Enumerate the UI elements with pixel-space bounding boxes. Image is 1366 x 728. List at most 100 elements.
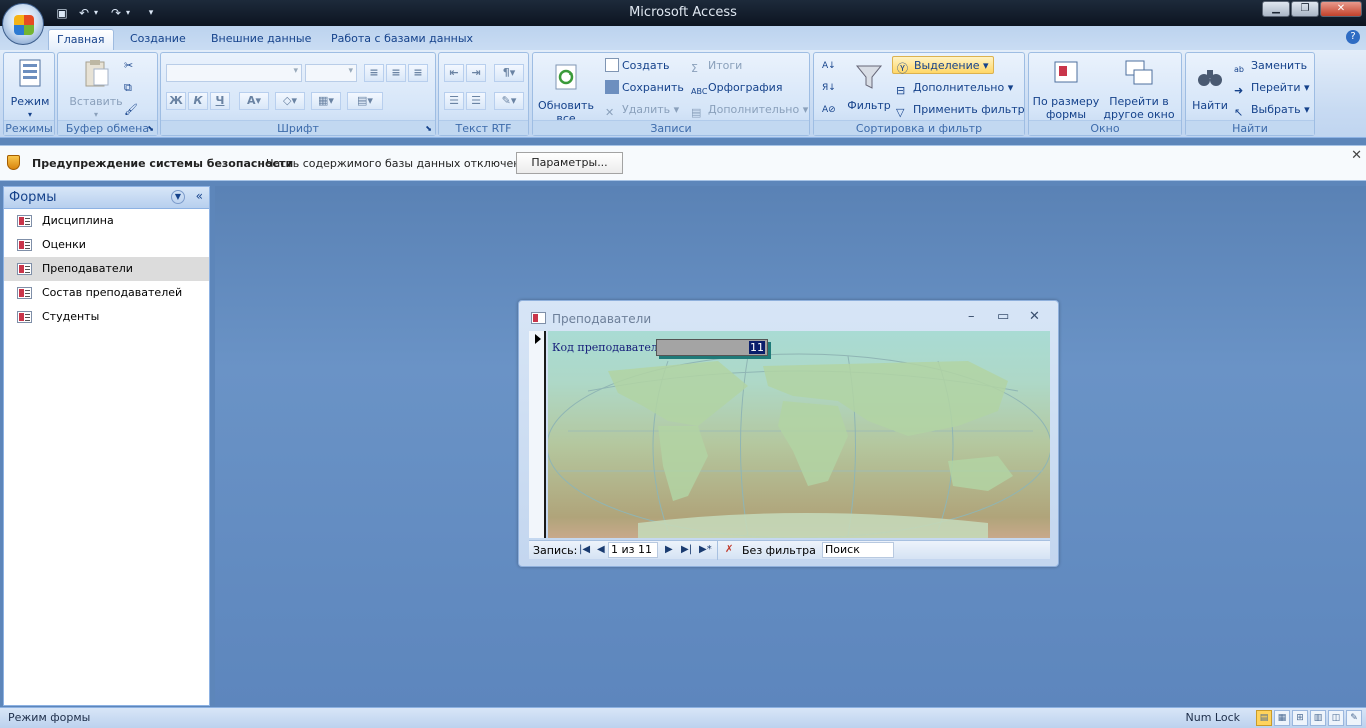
nav-item-students[interactable]: Студенты	[4, 305, 209, 329]
fit-to-form-button[interactable]: По размеру формы	[1031, 57, 1101, 121]
decrease-indent-icon[interactable]: ⇤	[444, 64, 464, 82]
dialog-launcher-icon[interactable]: ⬊	[147, 124, 154, 133]
underline-button[interactable]: Ч	[210, 92, 230, 110]
goto-button[interactable]: ➜ Перейти ▾	[1234, 79, 1310, 97]
bold-button[interactable]: Ж	[166, 92, 186, 110]
dialog-launcher-icon[interactable]: ⬊	[425, 124, 432, 133]
close-button[interactable]: ✕	[1320, 1, 1362, 17]
alternate-fill-icon[interactable]: ▤▾	[347, 92, 383, 110]
chevron-down-icon[interactable]: ▼	[171, 190, 185, 204]
help-icon[interactable]: ?	[1346, 30, 1360, 44]
nav-item-discipline[interactable]: Дисциплина	[4, 209, 209, 233]
group-label-font: Шрифт	[161, 120, 435, 135]
font-size-select[interactable]	[305, 64, 357, 82]
tab-create[interactable]: Создание	[122, 29, 194, 50]
minimize-button[interactable]: ▁	[1262, 1, 1290, 17]
align-right-icon[interactable]: ≡	[408, 64, 428, 82]
font-name-select[interactable]	[166, 64, 302, 82]
restore-button[interactable]: ❐	[1291, 1, 1319, 17]
increase-indent-icon[interactable]: ⇥	[466, 64, 486, 82]
tab-home[interactable]: Главная	[48, 29, 114, 50]
clear-sort-icon[interactable]: А⊘	[822, 101, 836, 119]
highlight-icon[interactable]: ✎▾	[494, 92, 524, 110]
next-record-icon[interactable]: ▶	[665, 544, 673, 555]
select-button[interactable]: ↖ Выбрать ▾	[1234, 101, 1310, 119]
switch-window-button[interactable]: Перейти в другое окно	[1101, 57, 1177, 121]
cut-icon[interactable]: ✂	[124, 57, 133, 75]
current-record-input[interactable]: 1 из 11	[608, 542, 658, 558]
nav-item-grades[interactable]: Оценки	[4, 233, 209, 257]
gridlines-icon[interactable]: ▦▾	[311, 92, 341, 110]
replace-button[interactable]: ab Заменить	[1234, 57, 1307, 75]
datasheet-view-icon[interactable]: ▦	[1274, 710, 1290, 726]
nav-item-teachers[interactable]: Преподаватели	[4, 257, 209, 281]
no-filter-icon[interactable]: ✗	[725, 544, 733, 555]
fill-color-icon[interactable]: ◇▾	[275, 92, 305, 110]
align-left-icon[interactable]: ≡	[364, 64, 384, 82]
view-icon	[19, 59, 41, 87]
new-record-icon[interactable]: ▶*	[699, 544, 712, 555]
records-label: Запись:	[533, 544, 578, 557]
nav-item-teacher-staff[interactable]: Состав преподавателей	[4, 281, 209, 305]
no-filter-button[interactable]: Без фильтра	[742, 544, 816, 557]
align-center-icon[interactable]: ≡	[386, 64, 406, 82]
filter-button[interactable]: Фильтр	[846, 61, 892, 112]
pivot-table-icon[interactable]: ⊞	[1292, 710, 1308, 726]
maximize-icon[interactable]: ▭	[997, 309, 1009, 324]
group-label-find: Найти	[1186, 120, 1314, 135]
more-records-button[interactable]: ▤ Дополнительно ▾	[691, 101, 808, 119]
group-label-rtf: Текст RTF	[439, 120, 528, 135]
format-painter-icon[interactable]: 🖌	[124, 101, 138, 119]
status-bar: Режим формы Num Lock ▤ ▦ ⊞ ▥ ◫ ✎	[0, 707, 1366, 728]
view-mode-button[interactable]: Режим ▾	[8, 57, 52, 121]
group-rtf: ⇤ ⇥ ¶▾ ☰ ☰ ✎▾ Текст RTF	[438, 52, 529, 136]
tab-external-data[interactable]: Внешние данные	[203, 29, 319, 50]
close-icon[interactable]: ✕	[1351, 148, 1362, 163]
group-font: ≡ ≡ ≡ Ж К Ч A▾ ◇▾ ▦▾ ▤▾ Шрифт ⬊	[160, 52, 436, 136]
paste-button[interactable]: Вставить ▾	[66, 57, 126, 121]
search-input[interactable]: Поиск	[822, 542, 894, 558]
minimize-icon[interactable]: –	[968, 309, 975, 324]
selection-button[interactable]: Ⓨ Выделение ▾	[892, 56, 994, 75]
options-button[interactable]: Параметры...	[516, 152, 623, 174]
find-button[interactable]: Найти	[1188, 61, 1232, 112]
bullet-list-icon[interactable]: ☰	[466, 92, 486, 110]
paragraph-icon[interactable]: ¶▾	[494, 64, 524, 82]
sort-asc-icon[interactable]: А↓	[822, 57, 836, 75]
delete-record-button[interactable]: ✕ Удалить ▾	[605, 101, 679, 119]
layout-view-icon[interactable]: ◫	[1328, 710, 1344, 726]
refresh-all-button[interactable]: Обновить все	[537, 61, 595, 125]
new-record-button[interactable]: Создать	[605, 57, 670, 75]
close-icon[interactable]: ✕	[1029, 309, 1040, 324]
first-record-icon[interactable]: |◀	[579, 544, 590, 555]
navigation-pane-header[interactable]: Формы ▼ «	[4, 187, 209, 209]
navigation-pane: Формы ▼ « Дисциплина Оценки Преподавател…	[3, 186, 210, 706]
prev-record-icon[interactable]: ◀	[597, 544, 605, 555]
tab-database-tools[interactable]: Работа с базами данных	[323, 29, 481, 50]
form-view-icon[interactable]: ▤	[1256, 710, 1272, 726]
group-modes: Режим ▾ Режимы	[3, 52, 55, 136]
last-record-icon[interactable]: ▶|	[681, 544, 692, 555]
collapse-pane-icon[interactable]: «	[196, 189, 203, 203]
teacher-id-field[interactable]: 11	[656, 339, 768, 356]
record-selector[interactable]	[529, 331, 546, 538]
spelling-button[interactable]: ABCОрфография	[691, 79, 782, 97]
copy-icon[interactable]: ⧉	[124, 79, 132, 97]
form-icon	[531, 312, 546, 324]
numbered-list-icon[interactable]: ☰	[444, 92, 464, 110]
separator	[717, 541, 718, 560]
form-detail-area: Код преподавателя 11	[548, 331, 1050, 538]
world-map-background	[548, 353, 1050, 538]
save-record-button[interactable]: Сохранить	[605, 79, 684, 97]
office-button[interactable]	[2, 3, 44, 45]
advanced-filter-button[interactable]: ⊟ Дополнительно ▾	[896, 79, 1013, 97]
apply-filter-button[interactable]: ▽ Применить фильтр	[896, 101, 1025, 119]
refresh-icon	[555, 64, 577, 90]
font-color-icon[interactable]: A▾	[239, 92, 269, 110]
design-view-icon[interactable]: ✎	[1346, 710, 1362, 726]
current-record-arrow-icon	[535, 334, 541, 344]
pivot-chart-icon[interactable]: ▥	[1310, 710, 1326, 726]
sort-desc-icon[interactable]: Я↓	[822, 79, 836, 97]
totals-button[interactable]: Σ Итоги	[691, 57, 742, 75]
italic-button[interactable]: К	[188, 92, 208, 110]
